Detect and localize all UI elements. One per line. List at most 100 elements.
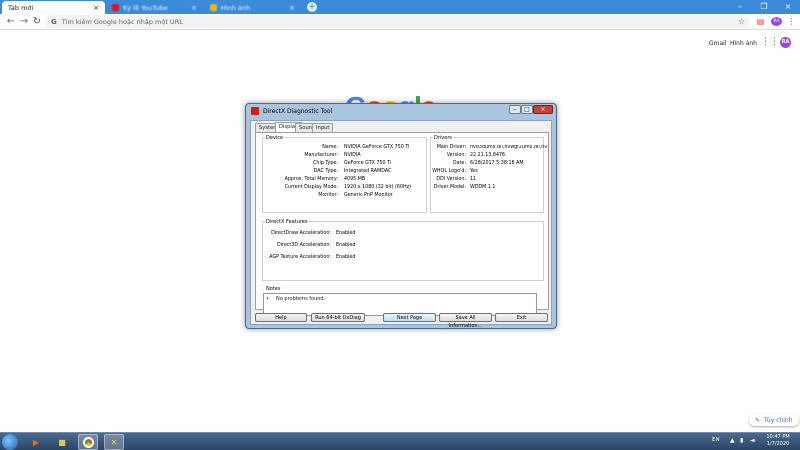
menu-icon[interactable]: ⋮ xyxy=(787,17,796,26)
manufacturer-value: NVIDIA xyxy=(344,153,361,158)
images-link[interactable]: Hình ảnh xyxy=(730,40,757,47)
account-avatar[interactable]: RA xyxy=(780,37,791,48)
customize-label: Tùy chỉnh xyxy=(764,416,793,424)
display-mode-value: 1920 x 1080 (32 bit) (60Hz) xyxy=(344,185,411,190)
close-icon[interactable]: × xyxy=(93,4,99,12)
notes-label: Notes xyxy=(265,286,282,292)
window-close-icon[interactable]: × xyxy=(776,0,800,14)
date-label: Date: xyxy=(452,161,466,166)
tab-images[interactable]: Hình ảnh × xyxy=(204,1,301,14)
clock[interactable]: 10:47 PM 1/7/2020 xyxy=(764,434,792,448)
tab-label: Hình ảnh xyxy=(221,3,251,12)
save-all-button[interactable]: Save All Information... xyxy=(439,313,492,329)
version-value: 22.21.13.8476 xyxy=(470,153,506,158)
features-label: DirectX Features xyxy=(265,219,309,225)
new-tab-button[interactable]: + xyxy=(307,2,317,12)
bookmark-star-icon[interactable]: ☆ xyxy=(738,17,745,26)
google-g-icon: G xyxy=(51,17,57,26)
dx-close-icon[interactable]: × xyxy=(533,105,553,114)
device-name-value: NVIDIA GeForce GTX 750 Ti xyxy=(344,145,410,150)
tray-up-icon[interactable]: ▲ xyxy=(730,437,735,444)
help-button[interactable]: Help xyxy=(255,313,307,322)
address-placeholder: Tìm kiếm Google hoặc nhập một URL xyxy=(61,17,183,26)
chrome-icon[interactable] xyxy=(78,434,98,450)
device-name-label: Name: xyxy=(322,145,338,150)
monitor-value: Generic PnP Monitor xyxy=(344,193,393,198)
tab-label: Tab mới xyxy=(8,3,34,12)
gmail-link[interactable]: Gmail xyxy=(709,40,727,47)
browser-toolbar: ← → ↻ G Tìm kiếm Google hoặc nhập một UR… xyxy=(0,14,800,30)
tab-strip: Tab mới × Kỳ lễ YouTube × Hình ảnh × + –… xyxy=(0,0,800,14)
direct3d-label: Direct3D Acceleration: xyxy=(276,243,331,248)
notes-text: No problems found. xyxy=(276,296,326,302)
next-page-button[interactable]: Next Page xyxy=(383,313,436,322)
ddi-version-value: 11 xyxy=(470,177,477,182)
memory-value: 4095 MB xyxy=(344,177,366,182)
whql-label: WHQL Logo'd: xyxy=(432,169,466,174)
minimize-icon[interactable]: – xyxy=(728,0,752,14)
device-label: Device xyxy=(265,135,285,141)
version-label: Version: xyxy=(446,153,466,158)
directx-icon xyxy=(251,107,259,115)
agp-label: AGP Texture Acceleration: xyxy=(269,255,331,260)
start-button[interactable] xyxy=(2,434,18,450)
main-driver-label: Main Driver: xyxy=(436,145,466,150)
media-player-icon[interactable]: ▶ xyxy=(26,434,46,450)
forward-icon[interactable]: → xyxy=(18,16,30,28)
directx-taskbar-icon[interactable]: ✕ xyxy=(104,434,124,450)
file-explorer-icon[interactable]: ■ xyxy=(52,434,72,450)
features-group xyxy=(262,221,544,281)
back-icon[interactable]: ← xyxy=(5,16,17,28)
close-icon[interactable]: × xyxy=(191,4,197,12)
chip-type-label: Chip Type: xyxy=(313,161,338,166)
dx-maximize-icon[interactable]: □ xyxy=(521,105,533,114)
network-icon[interactable]: ▮ xyxy=(740,437,743,444)
dac-type-label: DAC Type: xyxy=(313,169,338,174)
dx-minimize-icon[interactable]: – xyxy=(509,105,521,114)
drivers-label: Drivers xyxy=(433,135,453,141)
clock-time: 10:47 PM xyxy=(766,434,790,440)
tab-label: Kỳ lễ YouTube xyxy=(123,3,168,12)
reload-icon[interactable]: ↻ xyxy=(31,16,43,28)
extension-icon[interactable]: ▤ xyxy=(756,17,765,26)
customize-button[interactable]: ✎ Tùy chỉnh xyxy=(749,414,799,426)
youtube-icon xyxy=(112,4,119,11)
agp-value: Enabled xyxy=(336,255,356,260)
tab-input[interactable]: Input xyxy=(312,123,334,132)
maximize-icon[interactable]: ❐ xyxy=(752,0,776,14)
image-icon xyxy=(210,4,217,11)
taskbar: ▶ ■ ✕ EN ▲ ▮ ◄ 10:47 PM 1/7/2020 xyxy=(0,432,800,450)
close-icon[interactable]: × xyxy=(289,4,295,12)
pencil-icon: ✎ xyxy=(755,416,761,424)
manufacturer-label: Manufacturer: xyxy=(304,153,338,158)
exit-button[interactable]: Exit xyxy=(495,313,548,322)
dxdiag-body: System Display Sound Input Device Name: … xyxy=(250,120,552,329)
date-value: 6/28/2017 5:38:18 AM xyxy=(470,161,524,166)
clock-date: 1/7/2020 xyxy=(766,441,790,447)
whql-value: Yes xyxy=(470,169,478,174)
run-64bit-button[interactable]: Run 64-bit DxDiag xyxy=(311,313,365,322)
driver-model-value: WDDM 1.1 xyxy=(470,185,496,190)
volume-icon[interactable]: ◄ xyxy=(750,437,755,444)
ddi-version-label: DDI Version: xyxy=(436,177,466,182)
profile-avatar[interactable]: RA xyxy=(771,17,782,26)
driver-model-label: Driver Model: xyxy=(433,185,466,190)
directdraw-value: Enabled xyxy=(336,231,356,236)
dxdiag-window: DirectX Diagnostic Tool – □ × System Dis… xyxy=(245,103,557,329)
tab-new-tab[interactable]: Tab mới × xyxy=(2,1,105,14)
apps-grid-icon[interactable]: ⋮⋮ xyxy=(761,37,779,47)
tab-youtube[interactable]: Kỳ lễ YouTube × xyxy=(106,1,203,14)
display-mode-label: Current Display Mode: xyxy=(284,185,338,190)
address-bar[interactable]: G Tìm kiếm Google hoặc nhập một URL ☆ xyxy=(45,15,750,28)
main-driver-value: nvd3dumx.dll,nvwgf2umx.dll,nvwgf2 xyxy=(470,145,547,150)
display-panel: Device Name: NVIDIA GeForce GTX 750 Ti M… xyxy=(255,132,549,316)
memory-label: Approx. Total Memory: xyxy=(284,177,338,182)
dac-type-value: Integrated RAMDAC xyxy=(344,169,392,174)
directdraw-label: DirectDraw Acceleration: xyxy=(271,231,331,236)
bullet-icon: • xyxy=(266,296,269,302)
chip-type-value: GeForce GTX 750 Ti xyxy=(344,161,392,166)
monitor-label: Monitor: xyxy=(318,193,338,198)
dxdiag-title: DirectX Diagnostic Tool xyxy=(263,107,333,115)
language-indicator[interactable]: EN xyxy=(712,437,720,443)
direct3d-value: Enabled xyxy=(336,243,356,248)
